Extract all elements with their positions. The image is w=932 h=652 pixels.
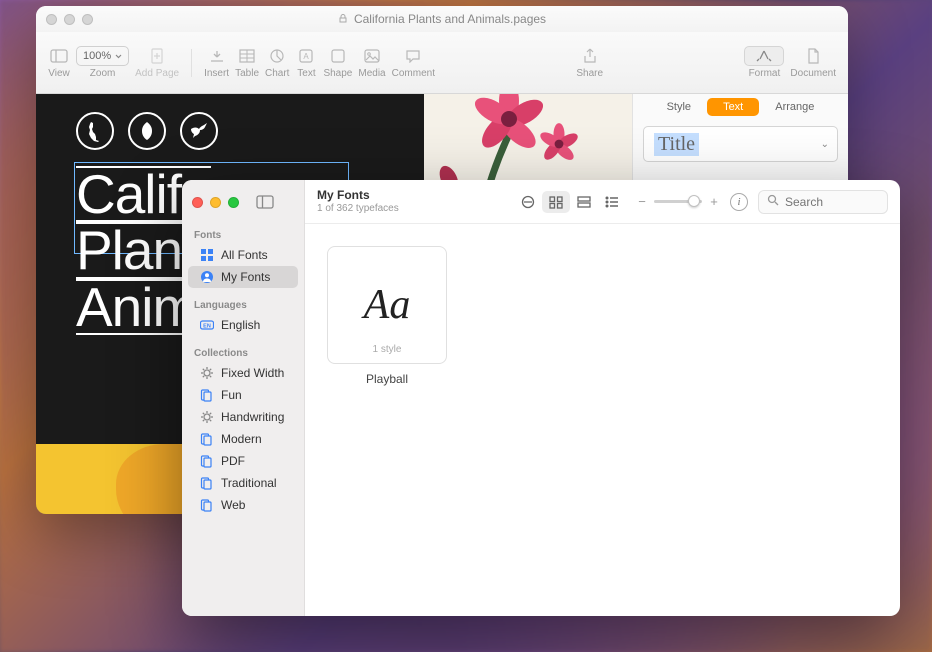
gear-icon [200,366,214,380]
font-tile[interactable]: Aa 1 style [327,246,447,364]
view-rows-button[interactable] [570,191,598,213]
tab-arrange[interactable]: Arrange [759,98,830,116]
lock-icon [338,13,348,26]
sidebar-item-fun[interactable]: Fun [188,384,298,406]
california-icon [76,112,114,150]
leaf-icon [128,112,166,150]
view-grid-button[interactable] [542,191,570,213]
sidebar-item-traditional[interactable]: Traditional [188,472,298,494]
user-icon [200,270,214,284]
search-field[interactable] [758,190,888,214]
sidebar-item-label: PDF [221,454,245,468]
fontbook-sidebar: Fonts All Fonts My Fonts Languages EN En… [182,180,305,616]
fontbook-window: Fonts All Fonts My Fonts Languages EN En… [182,180,900,616]
font-name: Playball [366,372,408,386]
minimize-button[interactable] [210,197,221,208]
fontbook-main: My Fonts 1 of 362 typefaces − + i [305,180,900,616]
share-button[interactable]: Share [576,46,603,79]
section-languages-label: Languages [182,296,304,314]
add-page-button[interactable]: Add Page [135,46,179,79]
hummingbird-icon [180,112,218,150]
size-slider[interactable]: − + [636,194,720,209]
sidebar-item-label: English [221,318,260,332]
insert-button[interactable]: Insert [204,46,229,79]
folder-icon [200,432,214,446]
sidebar-item-pdf[interactable]: PDF [188,450,298,472]
media-button[interactable]: Media [358,46,385,79]
font-card[interactable]: Aa 1 style Playball [327,246,447,386]
view-mode-group [514,191,626,213]
sidebar-item-all-fonts[interactable]: All Fonts [188,244,298,266]
sidebar-item-label: My Fonts [221,270,270,284]
svg-text:EN: EN [203,324,211,330]
shape-button[interactable]: Shape [323,46,352,79]
document-button[interactable]: Document [790,46,836,79]
sidebar-item-web[interactable]: Web [188,494,298,516]
minus-icon: − [636,194,648,209]
inspector-tabs: Style Text Arrange [633,94,848,116]
slider-track[interactable] [654,200,702,203]
fontbook-toolbar: My Fonts 1 of 362 typefaces − + i [305,180,900,224]
folder-icon [200,498,214,512]
sidebar-item-modern[interactable]: Modern [188,428,298,450]
font-grid: Aa 1 style Playball [305,224,900,616]
tab-text[interactable]: Text [707,98,759,116]
chart-button[interactable]: Chart [265,46,289,79]
sidebar-item-label: Fixed Width [221,366,284,380]
fontbook-title: My Fonts [317,189,399,202]
pages-titlebar[interactable]: California Plants and Animals.pages [36,6,848,32]
comment-button[interactable]: Comment [392,46,435,79]
fontbook-subtitle: 1 of 362 typefaces [317,203,399,214]
view-button[interactable]: View [48,46,70,79]
zoom-control[interactable]: 100% Zoom [76,46,129,79]
folder-icon [200,476,214,490]
sidebar-item-label: All Fonts [221,248,268,262]
format-button[interactable]: Format [744,46,784,79]
sidebar-item-my-fonts[interactable]: My Fonts [188,266,298,288]
search-input[interactable] [785,195,879,209]
plus-icon: + [708,194,720,209]
zoom-button[interactable] [228,197,239,208]
folder-icon [200,454,214,468]
search-icon [767,193,779,211]
sidebar-item-label: Fun [221,388,242,402]
chevron-down-icon [115,54,122,59]
svg-text:A: A [304,52,310,61]
grid-icon [200,248,214,262]
gear-icon [200,410,214,424]
sidebar-item-label: Handwriting [221,410,284,424]
pages-toolbar: View 100% Zoom Add Page Insert Table Cha… [36,32,848,94]
paragraph-style-picker[interactable]: Title ⌄ [643,126,838,162]
font-styles-count: 1 style [373,344,402,355]
section-collections-label: Collections [182,344,304,362]
sidebar-item-handwriting[interactable]: Handwriting [188,406,298,428]
sidebar-item-label: Modern [221,432,262,446]
view-list-button[interactable] [598,191,626,213]
sidebar-item-label: Traditional [221,476,277,490]
slider-thumb[interactable] [688,195,700,207]
window-title: California Plants and Animals.pages [36,12,848,26]
table-button[interactable]: Table [235,46,259,79]
section-fonts-label: Fonts [182,226,304,244]
canvas-icons [76,112,218,150]
sidebar-item-label: Web [221,498,245,512]
sidebar-item-english[interactable]: EN English [188,314,298,336]
font-sample: Aa [364,281,411,329]
info-button[interactable]: i [730,193,748,211]
tab-style[interactable]: Style [651,98,707,116]
chevron-down-icon: ⌄ [821,139,829,150]
text-button[interactable]: A Text [295,46,317,79]
folder-icon [200,388,214,402]
view-samples-button[interactable] [514,191,542,213]
close-button[interactable] [192,197,203,208]
sidebar-item-fixed-width[interactable]: Fixed Width [188,362,298,384]
language-icon: EN [200,318,214,332]
toggle-sidebar-button[interactable] [256,195,274,209]
